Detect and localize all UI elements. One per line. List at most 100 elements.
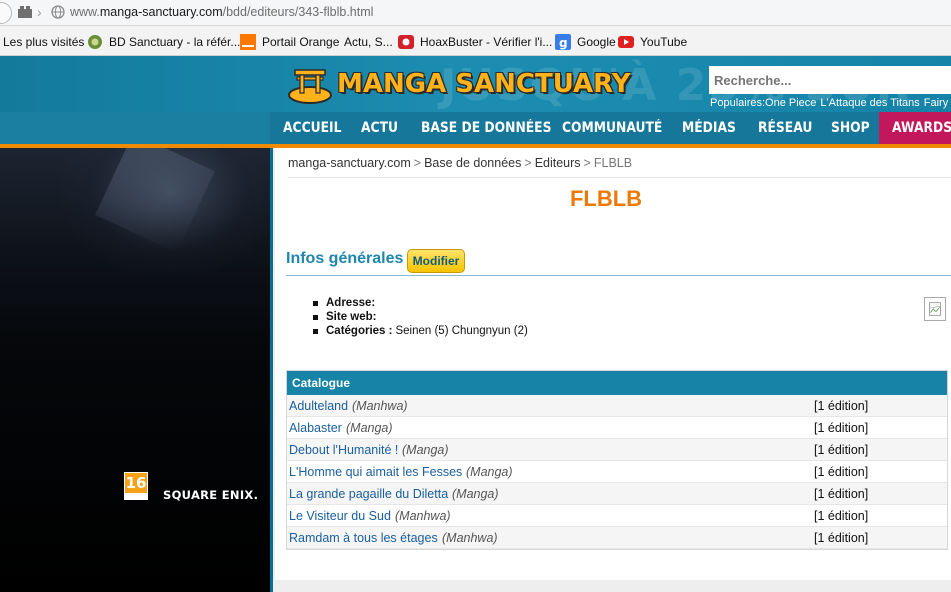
edition-count-link[interactable]: [1 édition]: [814, 439, 868, 461]
info-label: Site web:: [326, 311, 377, 323]
info-list: Adresse: Site web: Catégories : Seinen (5…: [313, 296, 528, 338]
popular-link-attaque-des-titans[interactable]: L'Attaque des Titans: [820, 97, 919, 109]
section-divider: [286, 275, 951, 276]
bookmark-label: HoaxBuster - Vérifier l'i...: [420, 35, 553, 49]
advertisement-panel[interactable]: 16 SQUARE ENIX.: [0, 148, 270, 592]
globe-icon: [51, 5, 65, 19]
bookmark-label: Actu, S...: [344, 35, 393, 49]
edition-count-link[interactable]: [1 édition]: [814, 505, 868, 527]
popular-link-one-piece[interactable]: One Piece: [765, 97, 816, 109]
back-button[interactable]: [0, 2, 12, 24]
nav-communaute[interactable]: COMMUNAUTÉ: [562, 112, 662, 144]
nav-awards[interactable]: AWARDS 2: [879, 112, 951, 144]
bookmark-most-visited[interactable]: Les plus visités: [3, 34, 84, 50]
series-type: (Manhwa): [395, 509, 451, 523]
info-label: Adresse:: [326, 297, 376, 309]
nav-actu[interactable]: ACTU: [361, 112, 398, 144]
series-link[interactable]: Le Visiteur du Sud: [289, 505, 391, 527]
edition-count-link[interactable]: [1 édition]: [814, 527, 868, 549]
breadcrumb-database[interactable]: Base de données: [424, 156, 521, 170]
edition-count-link[interactable]: [1 édition]: [814, 417, 868, 439]
table-row: La grande pagaille du Diletta (Manga) [1…: [287, 483, 947, 505]
bd-sanctuary-icon: [88, 35, 102, 49]
broken-image-icon: [924, 297, 946, 321]
breadcrumb-publishers[interactable]: Editeurs: [535, 156, 581, 170]
site-header: JUSQU'À 25% SUR MANGA SANCTUARY Populair…: [0, 56, 951, 144]
nav-medias[interactable]: MÉDIAS: [682, 112, 736, 144]
pegi-rating: 16: [125, 474, 147, 492]
nav-shop[interactable]: SHOP: [831, 112, 870, 144]
table-row: Adulteland (Manhwa) [1 édition]: [287, 395, 947, 417]
bookmark-label: Les plus visités: [3, 35, 85, 49]
table-row: Ramdam à tous les étages (Manhwa) [1 édi…: [287, 527, 947, 549]
site-logo[interactable]: MANGA SANCTUARY: [287, 62, 631, 106]
url-host: manga-sanctuary.com: [99, 5, 223, 19]
bookmark-youtube[interactable]: YouTube: [618, 34, 687, 50]
popular-label: Populaires:: [710, 97, 766, 109]
bookmark-google[interactable]: g Google: [555, 34, 616, 50]
browser-address-bar: › www.manga-sanctuary.com/bdd/editeurs/3…: [0, 0, 951, 26]
table-row: Alabaster (Manga) [1 édition]: [287, 417, 947, 439]
bookmark-actu[interactable]: Actu, S...: [344, 34, 393, 50]
url-prefix: www.: [70, 5, 100, 19]
series-link[interactable]: L'Homme qui aimait les Fesses: [289, 461, 462, 483]
series-type: (Manhwa): [352, 399, 408, 413]
tabs-icon[interactable]: [18, 6, 32, 18]
series-type: (Manga): [402, 443, 449, 457]
series-link[interactable]: Adulteland: [289, 395, 348, 417]
svg-text:g: g: [559, 36, 568, 50]
edition-count-link[interactable]: [1 édition]: [814, 483, 868, 505]
bookmark-orange[interactable]: Portail Orange: [240, 34, 339, 50]
popular-link-fairy-tail[interactable]: Fairy T: [924, 97, 951, 109]
nav-awards-label: AWARDS 2: [892, 120, 951, 136]
bookmark-bd-sanctuary[interactable]: BD Sanctuary - la référ...: [87, 34, 240, 50]
series-link[interactable]: La grande pagaille du Diletta: [289, 483, 448, 505]
popular-links: Populaires:One Piece L'Attaque des Titans…: [710, 97, 951, 109]
series-link[interactable]: Ramdam à tous les étages: [289, 527, 438, 549]
catalogue-table: Catalogue Adulteland (Manhwa) [1 édition…: [286, 370, 948, 550]
bookmark-hoaxbuster[interactable]: HoaxBuster - Vérifier l'i...: [398, 34, 552, 50]
nav-reseau[interactable]: RÉSEAU: [758, 112, 812, 144]
nav-accueil[interactable]: ACCUEIL: [283, 112, 341, 144]
catalogue-rows: Adulteland (Manhwa) [1 édition] Alabaste…: [287, 395, 947, 549]
chevron-right-icon: ›: [37, 4, 42, 20]
orange-icon: [240, 34, 256, 50]
info-value: Seinen (5) Chungnyun (2): [395, 325, 528, 337]
bookmark-label: BD Sanctuary - la référ...: [109, 35, 241, 49]
bookmark-label: Portail Orange: [262, 35, 340, 49]
info-website: Site web:: [313, 310, 528, 324]
hoaxbuster-icon: [398, 35, 414, 49]
series-type: (Manga): [346, 421, 393, 435]
url-field[interactable]: www.manga-sanctuary.com/bdd/editeurs/343…: [70, 5, 373, 19]
bookmark-label: Google: [577, 35, 616, 49]
breadcrumb-separator: >: [524, 156, 532, 170]
logo-text: MANGA SANCTUARY: [337, 69, 631, 99]
info-address: Adresse:: [313, 296, 528, 310]
info-categories: Catégories : Seinen (5) Chungnyun (2): [313, 324, 528, 338]
search-input[interactable]: [709, 66, 951, 94]
breadcrumb-divider: [288, 177, 951, 178]
edit-button[interactable]: Modifier: [407, 249, 465, 273]
table-row: L'Homme qui aimait les Fesses (Manga) [1…: [287, 461, 947, 483]
edition-count-link[interactable]: [1 édition]: [814, 461, 868, 483]
bookmark-label: YouTube: [640, 35, 688, 49]
section-title-infos: Infos générales: [286, 250, 404, 267]
square-enix-logo: SQUARE ENIX.: [163, 488, 259, 502]
page-title: FLBLB: [569, 186, 643, 211]
series-type: (Manga): [452, 487, 499, 501]
info-label: Catégories :: [326, 325, 393, 337]
pegi-rating-badge: 16: [124, 472, 148, 500]
series-type: (Manhwa): [442, 531, 498, 545]
nav-base-de-donnees[interactable]: BASE DE DONNÉES: [421, 112, 551, 144]
google-icon: g: [555, 34, 571, 50]
breadcrumb: manga-sanctuary.com > Base de données > Edit…: [288, 156, 632, 170]
bookmarks-bar: Les plus visités BD Sanctuary - la référ…: [0, 26, 951, 56]
edition-count-link[interactable]: [1 édition]: [814, 395, 868, 417]
breadcrumb-current: FLBLB: [593, 156, 633, 170]
series-type: (Manga): [466, 465, 513, 479]
torii-gate-logo-icon: [288, 69, 332, 104]
breadcrumb-home[interactable]: manga-sanctuary.com: [288, 156, 411, 170]
breadcrumb-separator: >: [413, 156, 422, 170]
series-link[interactable]: Debout l'Humanité !: [289, 439, 398, 461]
series-link[interactable]: Alabaster: [289, 417, 342, 439]
